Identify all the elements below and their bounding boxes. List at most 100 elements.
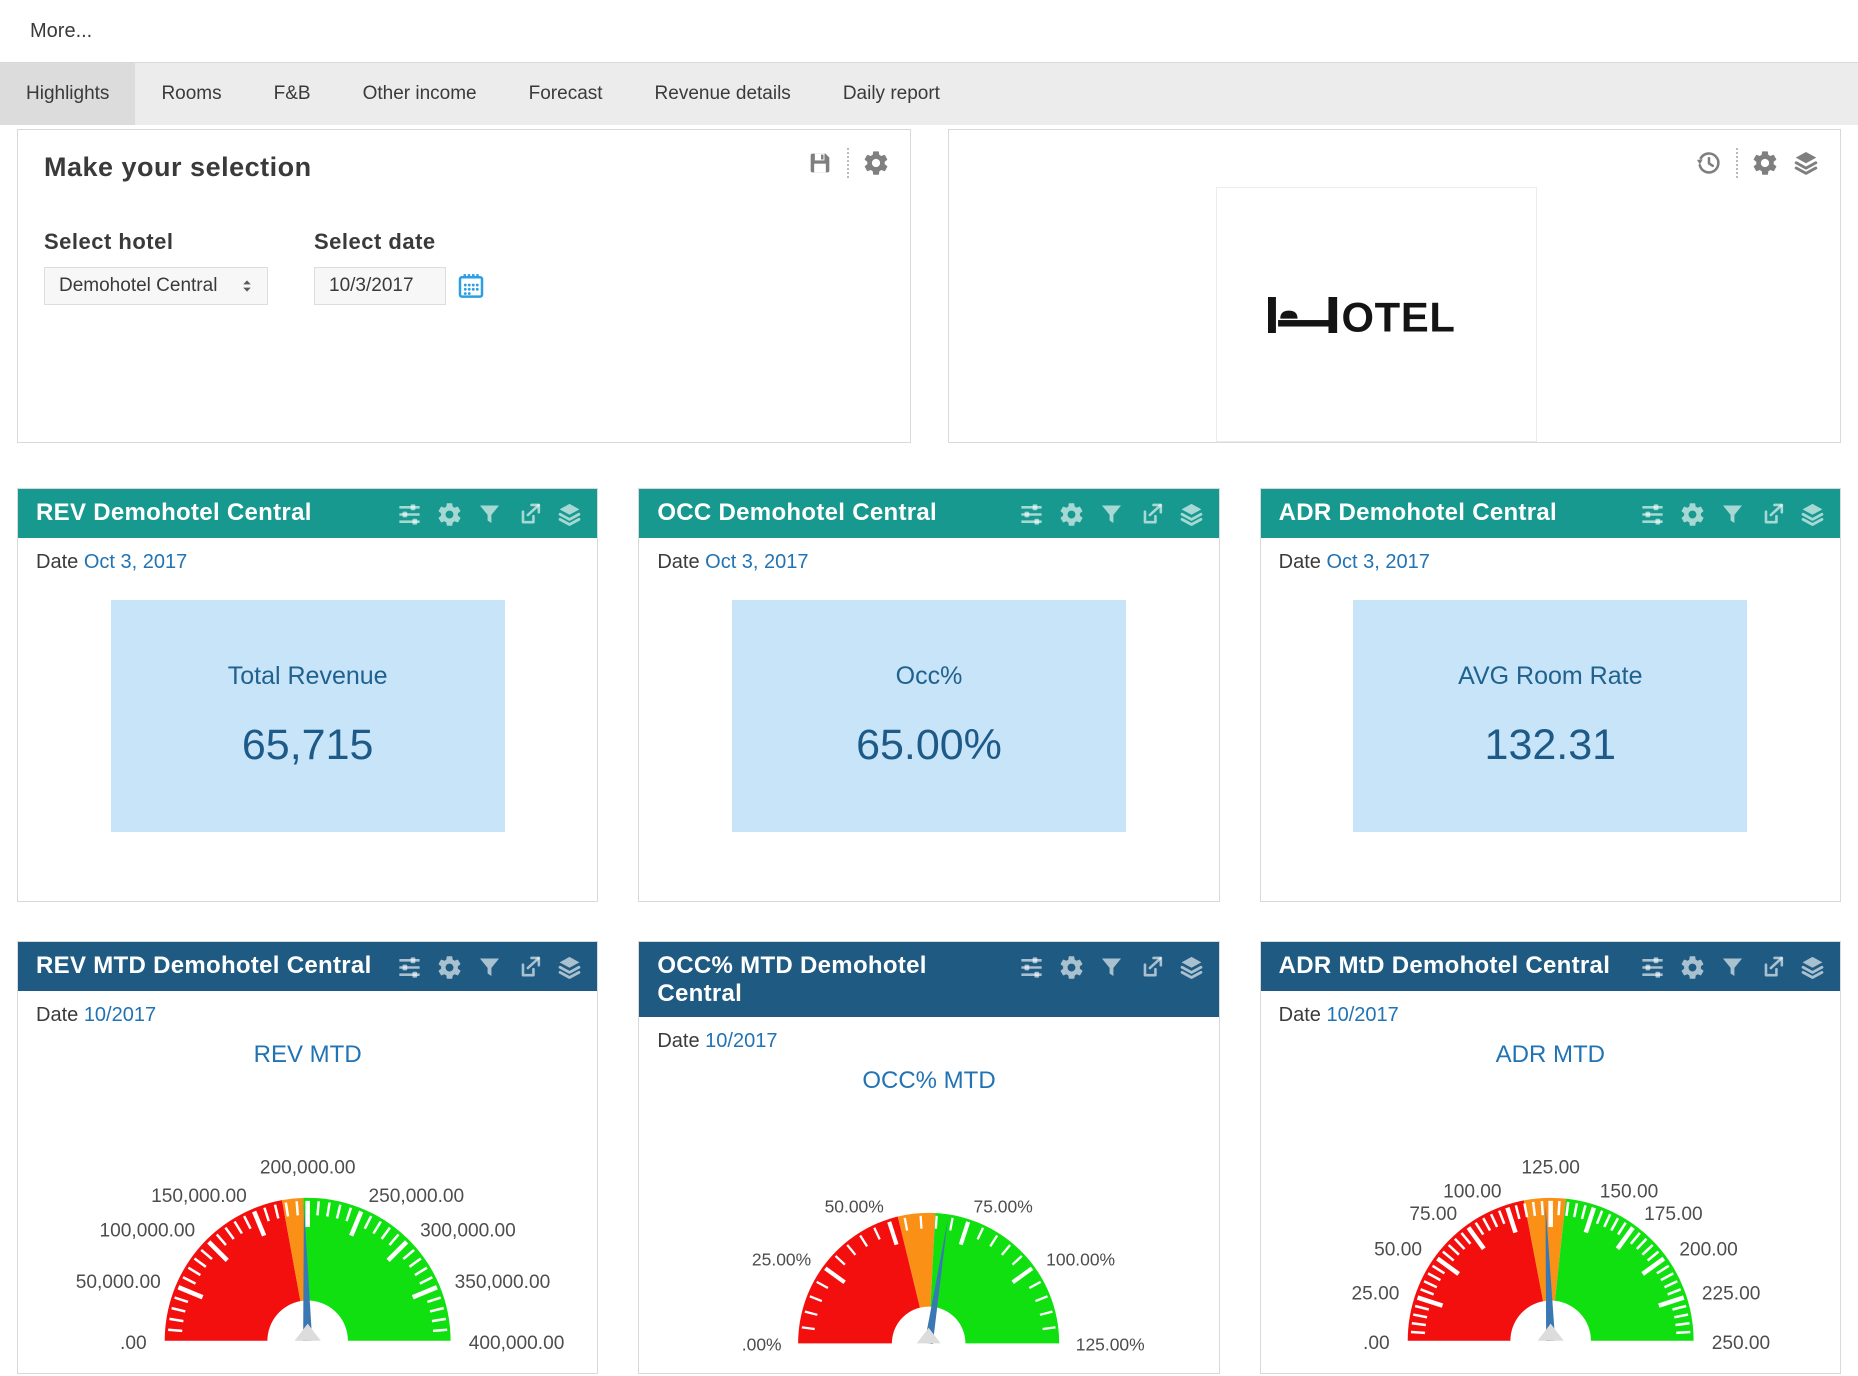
svg-text:200,000.00: 200,000.00	[260, 1158, 356, 1179]
layers-icon[interactable]	[1799, 501, 1826, 528]
gear-icon[interactable]	[436, 501, 463, 528]
kpi-widget-rev: REV Demohotel Central Date Oct 3, 2017 T…	[17, 488, 598, 902]
layers-icon[interactable]	[1178, 954, 1205, 981]
svg-text:50.00: 50.00	[1374, 1239, 1422, 1260]
sliders-icon[interactable]	[1018, 501, 1045, 528]
tab-rooms[interactable]: Rooms	[135, 63, 247, 125]
calendar-icon[interactable]	[456, 271, 486, 301]
svg-text:250.00: 250.00	[1711, 1333, 1769, 1354]
layers-icon[interactable]	[1178, 501, 1205, 528]
svg-text:200.00: 200.00	[1679, 1239, 1737, 1260]
filter-icon[interactable]	[476, 501, 503, 528]
svg-text:300,000.00: 300,000.00	[420, 1220, 516, 1241]
gear-icon[interactable]	[1679, 954, 1706, 981]
svg-text:150,000.00: 150,000.00	[151, 1186, 247, 1207]
kpi-widget-adr: ADR Demohotel Central Date Oct 3, 2017 A…	[1260, 488, 1841, 902]
sliders-icon[interactable]	[1639, 954, 1666, 981]
tab-other-income[interactable]: Other income	[337, 63, 503, 125]
more-link[interactable]: More...	[30, 20, 92, 43]
date-label: Date	[657, 1030, 699, 1052]
filter-icon[interactable]	[1098, 501, 1125, 528]
date-label: Date	[657, 551, 699, 573]
date-value: Oct 3, 2017	[1326, 551, 1429, 573]
sliders-icon[interactable]	[1639, 501, 1666, 528]
date-value: Oct 3, 2017	[705, 551, 808, 573]
date-input-value: 10/3/2017	[329, 275, 414, 297]
export-icon[interactable]	[1759, 954, 1786, 981]
svg-text:175.00: 175.00	[1644, 1204, 1702, 1225]
tab-bar: Highlights Rooms F&B Other income Foreca…	[0, 63, 1858, 125]
svg-text:100.00%: 100.00%	[1047, 1250, 1116, 1270]
filter-icon[interactable]	[1719, 501, 1746, 528]
date-label: Date	[1279, 551, 1321, 573]
sliders-icon[interactable]	[396, 501, 423, 528]
gauge-widget-adr-mtd: ADR MtD Demohotel Central Date 10/2017 A…	[1260, 941, 1841, 1374]
export-icon[interactable]	[516, 501, 543, 528]
tab-fnb[interactable]: F&B	[248, 63, 337, 125]
gear-icon[interactable]	[1679, 501, 1706, 528]
date-value: Oct 3, 2017	[84, 551, 187, 573]
gear-icon[interactable]	[1058, 501, 1085, 528]
date-value: 10/2017	[84, 1004, 156, 1026]
export-icon[interactable]	[1138, 501, 1165, 528]
filter-icon[interactable]	[1719, 954, 1746, 981]
kpi-label: Occ%	[896, 662, 963, 691]
date-input[interactable]: 10/3/2017	[314, 267, 446, 305]
sliders-icon[interactable]	[1018, 954, 1045, 981]
svg-text:25.00%: 25.00%	[752, 1250, 811, 1270]
svg-text:350,000.00: 350,000.00	[455, 1272, 551, 1293]
selection-panel: Make your selection Select hotel Demohot…	[17, 129, 911, 443]
gear-icon[interactable]	[1751, 149, 1779, 177]
hotel-select-value: Demohotel Central	[59, 275, 217, 297]
gear-icon[interactable]	[862, 149, 890, 177]
filter-icon[interactable]	[1098, 954, 1125, 981]
gear-icon[interactable]	[1058, 954, 1085, 981]
svg-text:100,000.00: 100,000.00	[100, 1220, 196, 1241]
gauge-title: OCC% MTD	[639, 1067, 1218, 1095]
widget-title: REV Demohotel Central	[36, 499, 312, 527]
save-icon[interactable]	[806, 149, 834, 177]
history-icon[interactable]	[1695, 149, 1723, 177]
svg-text:125.00%: 125.00%	[1076, 1335, 1145, 1355]
svg-text:400,000.00: 400,000.00	[469, 1333, 565, 1354]
widget-title: REV MTD Demohotel Central	[36, 952, 372, 980]
widget-title: OCC Demohotel Central	[657, 499, 937, 527]
select-date-label: Select date	[314, 229, 486, 255]
hotel-select[interactable]: Demohotel Central	[44, 267, 268, 305]
hotel-logo-box	[1216, 187, 1537, 442]
hotel-logo	[1268, 287, 1484, 343]
gauge-title: REV MTD	[18, 1041, 597, 1069]
date-label: Date	[1279, 1004, 1321, 1026]
layers-icon[interactable]	[556, 501, 583, 528]
gauge-chart: .0050,000.00100,000.00150,000.00200,000.…	[18, 1071, 597, 1373]
svg-text:75.00: 75.00	[1409, 1204, 1457, 1225]
tab-daily-report[interactable]: Daily report	[817, 63, 966, 125]
svg-text:250,000.00: 250,000.00	[369, 1186, 465, 1207]
date-value: 10/2017	[705, 1030, 777, 1052]
kpi-value: 65,715	[242, 721, 374, 770]
svg-text:.00: .00	[1363, 1333, 1390, 1354]
tab-revenue-details[interactable]: Revenue details	[629, 63, 817, 125]
date-value: 10/2017	[1326, 1004, 1398, 1026]
kpi-box: Total Revenue 65,715	[111, 600, 505, 832]
tab-highlights[interactable]: Highlights	[0, 63, 135, 125]
export-icon[interactable]	[516, 954, 543, 981]
svg-text:125.00: 125.00	[1521, 1158, 1579, 1179]
gauge-chart: .00%25.00%50.00%75.00%100.00%125.00%	[639, 1097, 1218, 1373]
gauge-widget-occ-mtd: OCC% MTD Demohotel Central Date 10/2017 …	[638, 941, 1219, 1374]
layers-icon[interactable]	[1792, 149, 1820, 177]
layers-icon[interactable]	[1799, 954, 1826, 981]
layers-icon[interactable]	[556, 954, 583, 981]
export-icon[interactable]	[1759, 501, 1786, 528]
svg-text:150.00: 150.00	[1599, 1182, 1657, 1203]
divider	[847, 148, 849, 178]
tab-forecast[interactable]: Forecast	[503, 63, 629, 125]
select-hotel-label: Select hotel	[44, 229, 268, 255]
gear-icon[interactable]	[436, 954, 463, 981]
export-icon[interactable]	[1138, 954, 1165, 981]
date-label: Date	[36, 551, 78, 573]
kpi-label: AVG Room Rate	[1458, 662, 1642, 691]
sliders-icon[interactable]	[396, 954, 423, 981]
divider	[1736, 148, 1738, 178]
filter-icon[interactable]	[476, 954, 503, 981]
